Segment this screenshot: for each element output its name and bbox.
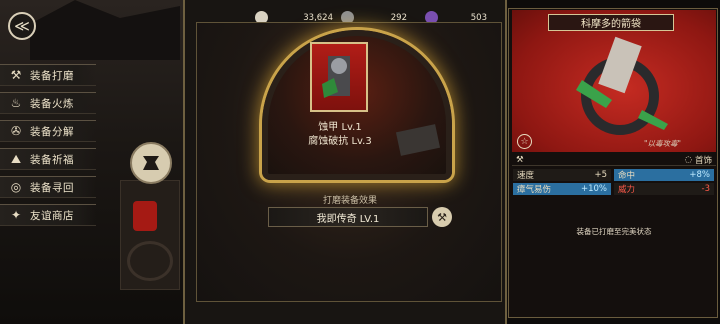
flame-icon: ♨ bbox=[10, 96, 22, 110]
effect-value-bar: 我即传奇 LV.1 bbox=[268, 207, 428, 227]
stat-name: 命中 bbox=[618, 171, 636, 181]
resource-iron-value: 292 bbox=[390, 12, 407, 23]
shop-fox-icon: ✦ bbox=[10, 208, 22, 222]
chevron-left-icon: ≪ bbox=[14, 17, 30, 35]
stat-value: +5 bbox=[594, 170, 607, 180]
anvil-icon bbox=[143, 156, 159, 170]
favorite-star-button[interactable]: ☆ bbox=[517, 134, 532, 149]
star-icon: ☆ bbox=[520, 136, 529, 147]
hammer-icon: ⚒ bbox=[10, 68, 22, 82]
roof-silhouette bbox=[30, 0, 180, 60]
stat-value: +8% bbox=[689, 170, 710, 180]
item-slot[interactable] bbox=[310, 42, 368, 112]
resource-crystal-value: 503 bbox=[470, 12, 487, 23]
polish-status: 装备已打磨至完美状态 bbox=[576, 227, 652, 236]
stat-name: 速度 bbox=[517, 171, 535, 181]
menu-item-label: 装备火炼 bbox=[30, 97, 74, 110]
hammer-icon: ⚒ bbox=[516, 154, 524, 165]
stat-value: -3 bbox=[701, 184, 710, 194]
menu-item-polish[interactable]: ⚒ 装备打磨 bbox=[0, 64, 96, 86]
effect-title: 打磨装备效果 bbox=[322, 196, 377, 206]
item-type-label: 首饰 bbox=[694, 155, 712, 166]
ring-icon: ◌ bbox=[684, 154, 692, 165]
menu-item-label: 装备寻回 bbox=[30, 181, 74, 194]
item-quote: "以毒攻毒" bbox=[644, 139, 681, 148]
menu-item-fire-refine[interactable]: ♨ 装备火炼 bbox=[0, 92, 96, 114]
anvil-button[interactable] bbox=[130, 142, 172, 184]
stat-value: +10% bbox=[580, 184, 607, 194]
stat-power: 威力 -3 bbox=[614, 183, 714, 195]
forge-wheel bbox=[127, 241, 173, 281]
forge-banner bbox=[133, 201, 157, 231]
menu-item-disassemble[interactable]: ✇ 装备分解 bbox=[0, 120, 96, 142]
stat-name: 威力 bbox=[618, 185, 636, 195]
hammer-icon: ⚒ bbox=[437, 210, 447, 224]
item-type: ◌ 首饰 bbox=[685, 154, 712, 166]
item-trait: 腐蚀破抗 Lv.3 bbox=[308, 136, 372, 147]
stat-miasma-vuln: 瘴气易伤 +10% bbox=[513, 183, 611, 195]
menu-item-shop[interactable]: ✦ 友谊商店 bbox=[0, 204, 96, 226]
smithy-menu: ⚒ 装备打磨 ♨ 装备火炼 ✇ 装备分解 ⛰ 装备祈福 ◎ 装备寻回 ✦ 友谊商店 bbox=[0, 64, 96, 232]
menu-item-retrieve[interactable]: ◎ 装备寻回 bbox=[0, 176, 96, 198]
resource-bone-value: 33,624 bbox=[303, 12, 333, 23]
menu-item-label: 友谊商店 bbox=[30, 209, 74, 222]
item-title: 科摩多的箭袋 bbox=[548, 14, 674, 31]
menu-item-label: 装备分解 bbox=[30, 125, 74, 138]
item-type-row: ⚒ ◌ 首饰 bbox=[512, 154, 716, 166]
item-name: 蚀甲 Lv.1 bbox=[318, 122, 362, 133]
item-title-text: 科摩多的箭袋 bbox=[581, 19, 641, 30]
disassemble-icon: ✇ bbox=[10, 124, 22, 138]
retrieve-icon: ◎ bbox=[10, 180, 22, 194]
back-button[interactable]: ≪ bbox=[8, 12, 36, 40]
stat-speed: 速度 +5 bbox=[513, 169, 611, 181]
quiver-art bbox=[576, 36, 668, 135]
item-detail-art bbox=[512, 10, 716, 152]
menu-item-pray[interactable]: ⛰ 装备祈福 bbox=[0, 148, 96, 170]
forge-machine bbox=[120, 180, 180, 290]
stat-name: 瘴气易伤 bbox=[517, 185, 552, 195]
menu-item-label: 装备打磨 bbox=[30, 69, 74, 82]
effect-value: 我即传奇 LV.1 bbox=[316, 213, 380, 225]
stat-hit: 命中 +8% bbox=[614, 169, 714, 181]
armor-item-icon bbox=[322, 56, 350, 98]
menu-item-label: 装备祈福 bbox=[30, 153, 74, 166]
polish-button[interactable]: ⚒ bbox=[432, 207, 452, 227]
pray-icon: ⛰ bbox=[10, 151, 22, 166]
